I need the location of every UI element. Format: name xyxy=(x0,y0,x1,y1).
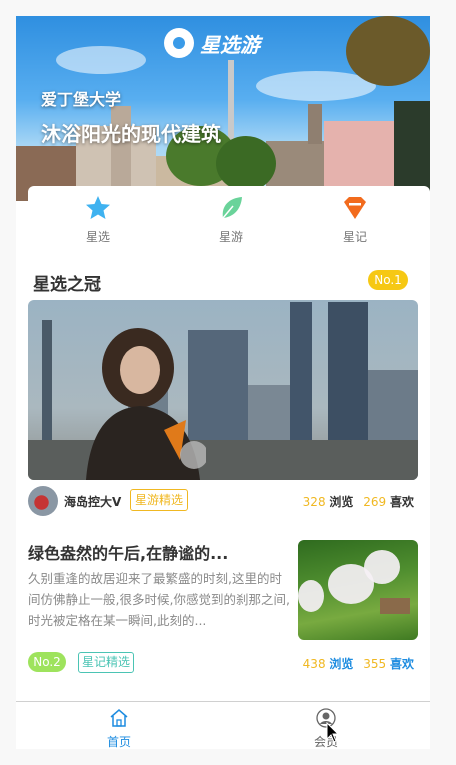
banner-subtitle: 爱丁堡大学 xyxy=(41,90,122,109)
nav-label: 星游 xyxy=(218,230,243,244)
app-screen: 星选游 爱丁堡大学 沐浴阳光的现代建筑 星选 星游 星记 星选之冠 No.1 海… xyxy=(16,16,430,749)
featured-stats: 328 浏览 269 喜欢 xyxy=(303,493,414,510)
section-title: 星选之冠 xyxy=(33,275,101,295)
likes-count: 269 xyxy=(363,495,387,509)
nav-item-xingyou[interactable]: 星游 xyxy=(191,194,271,245)
app-logo: 星选游 xyxy=(164,28,260,58)
logo-text: 星选游 xyxy=(200,32,260,57)
article-meta: No.2 星记精选 438 浏览 355 喜欢 xyxy=(28,652,418,674)
gem-icon xyxy=(344,197,366,219)
spire xyxy=(308,104,322,144)
nav-label: 星选 xyxy=(85,230,110,244)
category-tag[interactable]: 星游精选 xyxy=(130,489,189,511)
featured-meta: 海岛控大V 星游精选 328 浏览 269 喜欢 xyxy=(28,486,418,516)
nav-item-xingji[interactable]: 星记 xyxy=(315,194,395,245)
home-icon xyxy=(110,709,128,727)
cloud xyxy=(56,46,146,74)
bottom-tab-bar: 首页 会员 xyxy=(16,701,430,749)
banner-carousel[interactable]: 星选游 爱丁堡大学 沐浴阳光的现代建筑 xyxy=(16,16,430,201)
blossom xyxy=(298,580,324,612)
rank-badge: No.1 xyxy=(368,270,408,290)
likes-label: 喜欢 xyxy=(389,657,414,671)
tab-home[interactable]: 首页 xyxy=(89,708,149,749)
article-thumbnail[interactable] xyxy=(298,540,418,640)
views-count: 328 xyxy=(302,495,326,509)
star-icon xyxy=(86,196,110,219)
article-stats: 438 浏览 355 喜欢 xyxy=(303,655,414,672)
banner-title: 沐浴阳光的现代建筑 xyxy=(41,122,221,146)
tree xyxy=(346,16,430,86)
leaf-icon xyxy=(222,197,242,219)
views-count: 438 xyxy=(302,657,326,671)
mouse-cursor-icon xyxy=(326,722,340,743)
logo-icon xyxy=(164,28,194,58)
tree xyxy=(216,136,276,191)
views-label: 浏览 xyxy=(329,657,354,671)
nav-item-xingxuan[interactable]: 星选 xyxy=(58,194,138,245)
featured-image[interactable] xyxy=(28,300,418,480)
author-name[interactable]: 海岛控大V xyxy=(64,493,121,510)
likes-label: 喜欢 xyxy=(389,495,414,509)
rank-badge: No.2 xyxy=(28,652,66,672)
cottage xyxy=(380,598,410,614)
article-description: 久别重逢的故居迎来了最繁盛的时刻,这里的时间仿佛静止一般,很多时候,你感觉到的刹… xyxy=(28,571,290,628)
views-label: 浏览 xyxy=(329,495,354,509)
likes-count: 355 xyxy=(363,657,387,671)
avatar[interactable] xyxy=(28,486,58,516)
article-title[interactable]: 绿色盎然的午后,在静谧的... xyxy=(28,540,290,564)
category-tag[interactable]: 星记精选 xyxy=(78,652,135,673)
nav-label: 星记 xyxy=(342,230,367,244)
category-nav: 星选 星游 星记 xyxy=(28,186,430,248)
person-figure xyxy=(86,328,206,480)
blossom xyxy=(364,550,400,584)
tab-label: 首页 xyxy=(106,735,131,749)
